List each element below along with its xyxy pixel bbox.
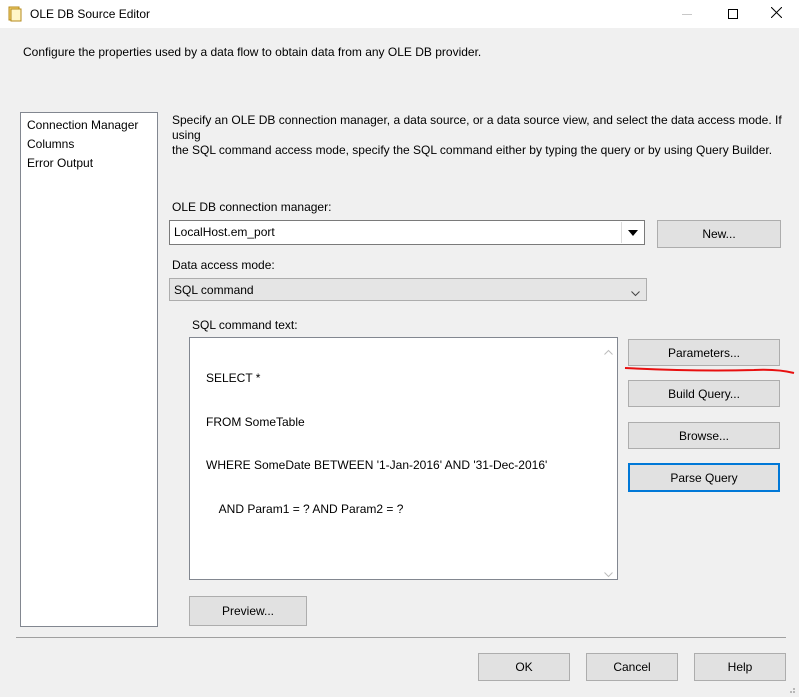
close-button[interactable]	[753, 0, 799, 28]
intro-line-1: Specify an OLE DB connection manager, a …	[172, 113, 782, 142]
new-connection-button[interactable]: New...	[657, 220, 781, 248]
close-icon	[770, 6, 782, 21]
header-description: Configure the properties used by a data …	[23, 45, 482, 59]
access-mode-value: SQL command	[174, 283, 254, 297]
header-band	[0, 28, 799, 90]
minimize-button[interactable]	[664, 0, 710, 28]
vertical-scrollbar[interactable]	[600, 338, 617, 579]
scroll-down-icon[interactable]	[604, 567, 613, 578]
sql-line: FROM SomeTable	[206, 414, 305, 429]
parse-query-button[interactable]: Parse Query	[628, 463, 780, 492]
connection-manager-combo[interactable]: LocalHost.em_port	[169, 220, 645, 245]
access-mode-label: Data access mode:	[172, 258, 275, 272]
sql-line: WHERE SomeDate BETWEEN '1-Jan-2016' AND …	[206, 458, 548, 472]
browse-button[interactable]: Browse...	[628, 422, 780, 449]
sql-command-label: SQL command text:	[192, 318, 298, 332]
ok-button[interactable]: OK	[478, 653, 570, 681]
sql-line: AND Param1 = ? AND Param2 = ?	[206, 501, 404, 516]
red-underline-annotation	[624, 362, 796, 379]
access-mode-select[interactable]: SQL command	[169, 278, 647, 301]
intro-line-2: the SQL command access mode, specify the…	[172, 143, 773, 157]
chevron-down-icon	[631, 286, 640, 300]
cancel-button[interactable]: Cancel	[586, 653, 678, 681]
connection-manager-label: OLE DB connection manager:	[172, 200, 332, 214]
sql-line: SELECT *	[206, 371, 261, 385]
page-navigation-list: Connection Manager Columns Error Output	[20, 112, 158, 627]
folder-document-icon	[8, 6, 22, 22]
sql-command-textbox[interactable]: SELECT * FROM SomeTable WHERE SomeDate B…	[189, 337, 618, 580]
intro-text: Specify an OLE DB connection manager, a …	[172, 113, 782, 158]
maximize-button[interactable]	[710, 0, 756, 28]
nav-item-columns[interactable]: Columns	[27, 137, 74, 151]
nav-item-error-output[interactable]: Error Output	[27, 156, 93, 170]
window-title: OLE DB Source Editor	[30, 7, 151, 21]
help-button[interactable]: Help	[694, 653, 786, 681]
footer-separator	[16, 637, 786, 638]
sql-command-text: SELECT * FROM SomeTable WHERE SomeDate B…	[206, 342, 547, 545]
title-bar: OLE DB Source Editor	[0, 0, 799, 28]
chevron-down-icon[interactable]	[621, 222, 643, 243]
preview-button[interactable]: Preview...	[189, 596, 307, 626]
scroll-up-icon[interactable]	[604, 344, 613, 355]
connection-manager-value: LocalHost.em_port	[174, 225, 275, 239]
build-query-button[interactable]: Build Query...	[628, 380, 780, 407]
nav-item-connection-manager[interactable]: Connection Manager	[27, 118, 138, 132]
